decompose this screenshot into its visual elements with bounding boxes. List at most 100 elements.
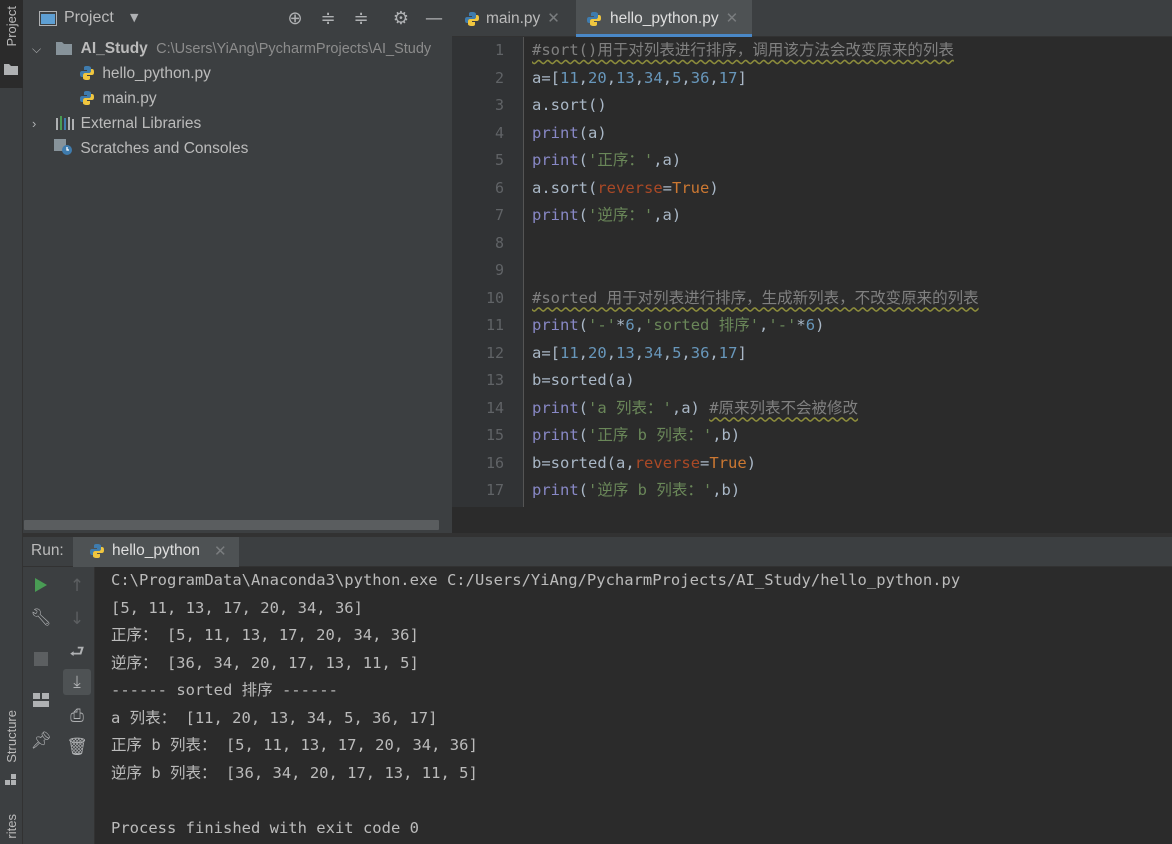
editor-bottom-area — [452, 507, 1172, 533]
up-arrow-icon[interactable]: ↑ — [59, 573, 95, 599]
collapse-all-icon[interactable]: ≑ — [350, 8, 372, 30]
locate-icon[interactable]: ⊕ — [284, 8, 306, 30]
gear-icon[interactable]: ⚙ — [390, 8, 412, 30]
tree-scratches[interactable]: Scratches and Consoles — [54, 136, 248, 161]
chevron-down-icon[interactable]: ⌵ — [32, 37, 46, 61]
down-arrow-icon[interactable]: ↓ — [59, 606, 95, 632]
console-line: 正序 b 列表： [5, 11, 13, 17, 20, 34, 36] — [111, 736, 478, 754]
project-view-icon — [39, 11, 57, 26]
project-panel-header: Project ▼ ⊕ ≑ ≑ ⚙ — — [23, 0, 452, 37]
external-libraries-label: External Libraries — [80, 115, 202, 132]
chevron-down-icon[interactable]: ▼ — [130, 11, 138, 24]
code-line-5: print('正序：',a) — [532, 151, 682, 169]
line-number: 13 — [485, 371, 504, 389]
line-number: 17 — [485, 481, 504, 499]
code-editor[interactable]: #sort()用于对列表进行排序，调用该方法会改变原来的列表 a=[11,20,… — [524, 37, 1172, 533]
run-toolbar-primary: 🔧︎ 📌︎ — [23, 567, 59, 844]
line-number: 6 — [494, 178, 504, 197]
line-number: 16 — [485, 453, 504, 472]
scratches-label: Scratches and Consoles — [80, 140, 249, 157]
library-icon — [56, 116, 75, 130]
code-line-14: print('a 列表：',a) #原来列表不会被修改 — [532, 398, 859, 417]
project-tool-button[interactable]: Project — [0, 0, 23, 88]
python-file-icon — [80, 66, 94, 80]
expand-all-icon[interactable]: ≑ — [317, 8, 339, 30]
line-number: 3 — [494, 96, 504, 114]
favorites-tool-button[interactable]: rites — [0, 808, 23, 844]
code-line-6: a.sort(reverse=True) — [532, 178, 719, 197]
console-line: Process finished with exit code 0 — [111, 818, 419, 837]
line-number: 4 — [494, 123, 504, 142]
console-line: a 列表： [11, 20, 13, 34, 5, 36, 17] — [111, 708, 438, 727]
pin-icon[interactable]: 📌︎ — [23, 728, 59, 754]
soft-wrap-icon[interactable]: ⮐ — [59, 639, 95, 665]
run-tab-hello-python[interactable]: hello_python ✕ — [73, 537, 239, 567]
favorites-tool-label: rites — [4, 814, 19, 839]
python-file-icon — [90, 544, 104, 558]
line-number: 5 — [494, 151, 504, 169]
code-line-13: b=sorted(a) — [532, 371, 635, 389]
line-number: 1 — [494, 41, 504, 59]
root-folder-path: C:\Users\YiAng\PycharmProjects\AI_Study — [156, 41, 432, 57]
file-name: hello_python.py — [102, 65, 211, 82]
console-line: 逆序： [36, 34, 20, 17, 13, 11, 5] — [111, 653, 419, 672]
scratches-icon — [54, 139, 72, 155]
structure-tool-button[interactable]: Structure — [0, 706, 23, 790]
close-icon[interactable]: ✕ — [214, 542, 227, 560]
tree-root-ai-study[interactable]: ⌵ AI_Study C:\Users\YiAng\PycharmProject… — [32, 36, 452, 61]
line-number: 15 — [485, 426, 504, 444]
project-panel: Project ▼ ⊕ ≑ ≑ ⚙ — ⌵ AI_Study C:\Users\… — [23, 0, 452, 533]
code-line-11: print('-'*6,'sorted 排序','-'*6) — [532, 316, 825, 334]
code-line-17: print('逆序 b 列表：',b) — [532, 481, 741, 499]
tab-hello-python[interactable]: hello_python.py ✕ — [576, 0, 752, 37]
code-line-2: a=[11,20,13,34,5,36,17] — [532, 68, 747, 87]
python-file-icon — [80, 91, 94, 105]
root-folder-name: AI_Study — [80, 40, 148, 57]
print-icon[interactable]: ⎙ — [59, 703, 95, 729]
tree-external-libraries[interactable]: › External Libraries — [32, 111, 201, 136]
layout-icon[interactable] — [23, 687, 59, 713]
project-tool-label: Project — [4, 6, 19, 47]
run-panel-header: Run: hello_python ✕ — [23, 537, 1172, 567]
code-line-16: b=sorted(a,reverse=True) — [532, 453, 757, 472]
tab-label: hello_python.py — [610, 10, 719, 27]
rerun-icon[interactable] — [23, 572, 59, 598]
code-line-12: a=[11,20,13,34,5,36,17] — [532, 343, 747, 362]
code-line-15: print('正序 b 列表：',b) — [532, 426, 741, 444]
tree-file-hello-python[interactable]: hello_python.py — [79, 61, 211, 86]
console-line: C:\ProgramData\Anaconda3\python.exe C:/U… — [111, 571, 961, 589]
horizontal-scrollbar[interactable] — [24, 520, 439, 530]
editor-tab-bar: main.py ✕ hello_python.py ✕ — [452, 0, 1172, 37]
console-output[interactable]: C:\ProgramData\Anaconda3\python.exe C:/U… — [95, 567, 1172, 844]
structure-icon — [5, 774, 16, 785]
line-number: 14 — [485, 398, 504, 417]
python-file-icon — [465, 12, 479, 26]
line-number: 10 — [485, 288, 504, 307]
line-number-gutter: 1 2 3 4 5 6 7 8 9 10 11 12 13 14 15 16 17 — [452, 37, 524, 533]
console-line: 逆序 b 列表： [36, 34, 20, 17, 13, 11, 5] — [111, 763, 478, 782]
folder-icon — [4, 64, 18, 75]
wrench-icon[interactable]: 🔧︎ — [23, 605, 59, 631]
line-number: 8 — [494, 233, 504, 252]
close-icon[interactable]: ✕ — [547, 10, 560, 27]
close-icon[interactable]: ✕ — [726, 10, 739, 27]
trash-icon[interactable]: 🗑︎ — [59, 734, 95, 760]
stop-icon[interactable] — [23, 646, 59, 672]
line-number: 11 — [485, 316, 504, 334]
code-line-7: print('逆序：',a) — [532, 206, 682, 224]
scroll-to-end-icon[interactable]: ⤓ — [63, 669, 91, 695]
python-file-icon — [587, 12, 601, 26]
project-view-selector[interactable]: Project — [64, 9, 114, 27]
code-line-3: a.sort() — [532, 96, 607, 114]
line-number: 2 — [494, 68, 504, 87]
folder-icon — [56, 42, 73, 55]
run-toolbar-secondary: ↑ ↓ ⮐ ⤓ ⎙ 🗑︎ — [59, 567, 95, 844]
console-line: ------ sorted 排序 ------ — [111, 681, 338, 699]
run-label: Run: — [31, 542, 64, 559]
run-tab-label: hello_python — [112, 542, 200, 559]
tab-main-py[interactable]: main.py ✕ — [452, 0, 576, 37]
code-line-10: #sorted 用于对列表进行排序，生成新列表，不改变原来的列表 — [532, 288, 979, 307]
chevron-right-icon[interactable]: › — [32, 111, 46, 136]
tree-file-main[interactable]: main.py — [79, 86, 157, 111]
minimize-icon[interactable]: — — [423, 8, 445, 30]
